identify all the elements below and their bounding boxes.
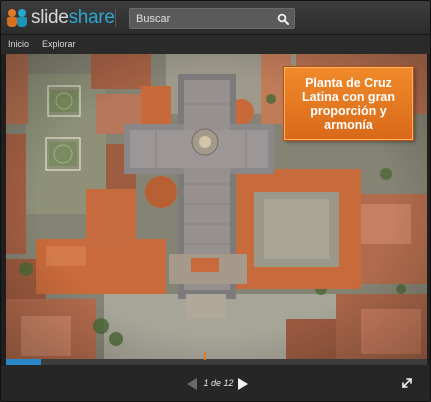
search-box — [129, 8, 295, 29]
triangle-right-icon[interactable] — [237, 377, 249, 391]
slide-callout-text: Planta de Cruz Latina con gran proporció… — [301, 75, 396, 132]
expand-arrows-icon[interactable] — [401, 377, 413, 389]
search-icon[interactable] — [277, 13, 289, 25]
logo-text-suffix: share — [68, 7, 115, 28]
nav-item-inicio[interactable]: Inicio — [8, 39, 29, 49]
header-divider — [115, 9, 116, 27]
slideshare-logo-icon — [7, 8, 27, 28]
slide-view[interactable]: Planta de Cruz Latina con gran proporció… — [6, 54, 427, 359]
search-input[interactable] — [136, 11, 266, 26]
nav-item-explorar[interactable]: Explorar — [42, 39, 76, 49]
logo-text: slideshare — [31, 7, 115, 29]
progress-marker — [204, 352, 206, 360]
triangle-left-icon[interactable] — [186, 377, 198, 391]
top-bar: slideshare — [1, 1, 430, 35]
nav-bar: Inicio Explorar — [1, 35, 430, 54]
slideshare-player: slideshare Inicio Explorar — [0, 0, 431, 402]
page-indicator: 1 de 12 — [203, 378, 234, 388]
slide-callout-box: Planta de Cruz Latina con gran proporció… — [284, 67, 413, 140]
slideshare-logo[interactable]: slideshare — [7, 7, 115, 29]
logo-text-prefix: slide — [31, 7, 69, 28]
player-controls: 1 de 12 — [1, 365, 430, 401]
